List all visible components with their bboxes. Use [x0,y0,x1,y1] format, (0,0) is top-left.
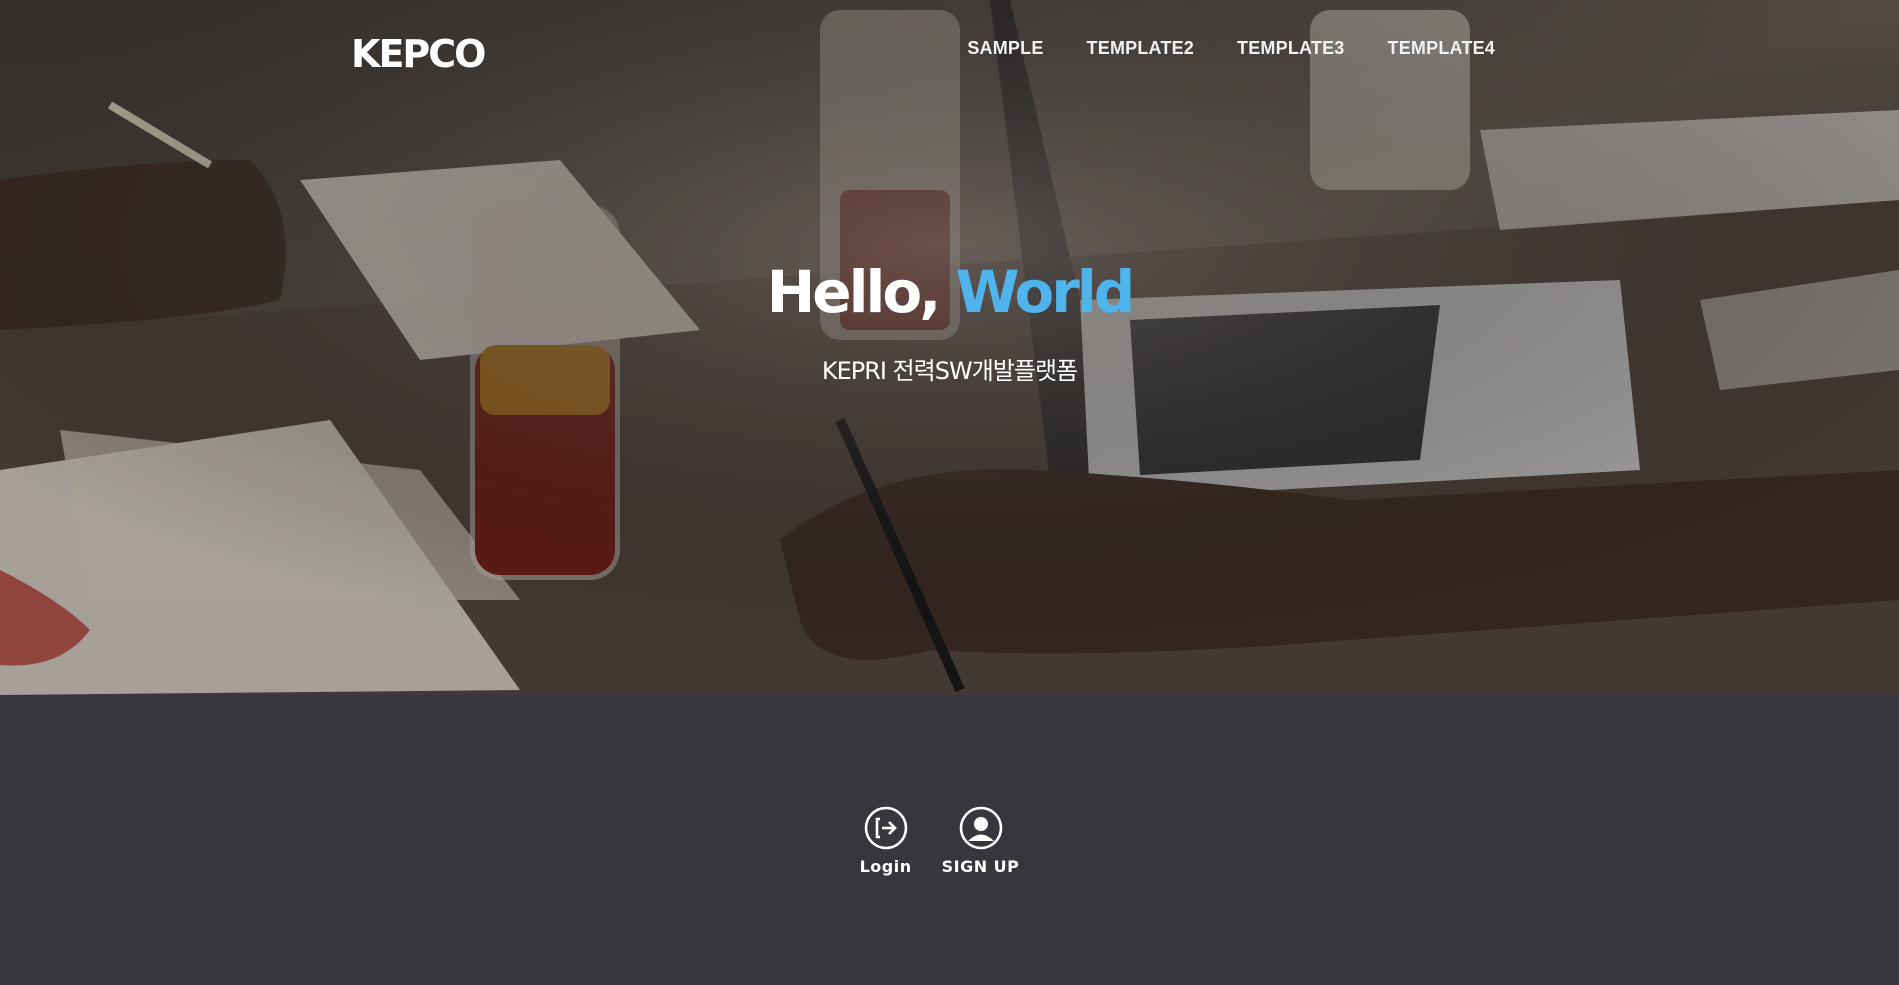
login-icon [864,806,907,850]
login-button[interactable]: Login [860,806,912,876]
svg-text:KEPCO: KEPCO [351,32,485,76]
nav-item-template2[interactable]: TEMPLATE2 [1087,38,1194,59]
top-navigation: SAMPLE TEMPLATE2 TEMPLATE3 TEMPLATE4 [967,38,1495,59]
hero-overlay [0,0,1899,695]
kepco-logo[interactable]: KEPCO [351,31,503,77]
signup-button[interactable]: SIGN UP [942,806,1020,876]
login-label: Login [859,857,912,876]
auth-actions: Login SIGN UP [0,806,1899,876]
hero-title-prefix: Hello, [766,258,956,326]
signup-label: SIGN UP [941,857,1020,876]
hero-section: KEPCO SAMPLE TEMPLATE2 TEMPLATE3 TEMPLAT… [0,0,1899,695]
hero-subtitle: KEPRI 전력SW개발플랫폼 [821,357,1078,385]
hero-title: Hello, World [0,258,1899,326]
user-icon [959,806,1002,850]
nav-item-template4[interactable]: TEMPLATE4 [1388,38,1495,59]
nav-item-sample[interactable]: SAMPLE [967,38,1043,59]
hero-title-accent: World [955,258,1135,326]
nav-item-template3[interactable]: TEMPLATE3 [1237,38,1344,59]
